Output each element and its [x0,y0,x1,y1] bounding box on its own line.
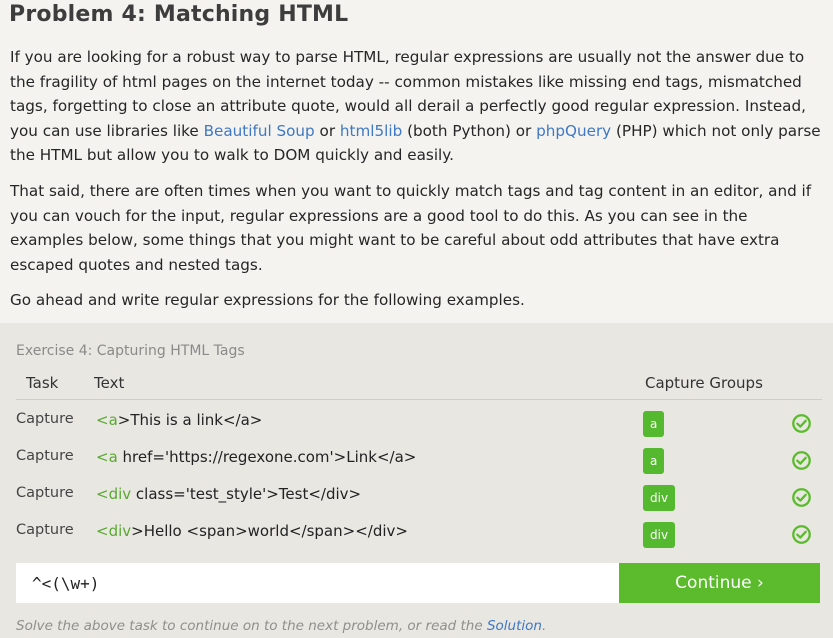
task-text: <a href='https://regexone.com'>Link</a> [96,448,416,466]
column-header-capture-groups: Capture Groups [645,374,763,392]
intro-paragraph-3: Go ahead and write regular expressions f… [10,291,525,309]
task-label: Capture [16,411,74,427]
task-text: <div>Hello <span>world</span></div> [96,522,408,540]
check-circle-icon [792,488,811,507]
regex-input[interactable] [16,563,619,603]
task-row: Capture <div class='test_style'>Test</di… [0,485,833,519]
text-rest: >Hello <span>world</span></div> [131,522,408,540]
intro-paragraph-1: If you are looking for a robust way to p… [10,45,825,168]
task-row: Capture <a>This is a link</a> a [0,411,833,445]
footer-note: Solve the above task to continue on to t… [16,618,546,634]
task-text: <div class='test_style'>Test</div> [96,485,361,503]
intro-text: or [314,121,340,140]
check-circle-icon [792,451,811,470]
column-header-task: Task [26,374,59,392]
capture-group-badge: div [643,522,676,548]
tag-highlight: <a [96,411,118,429]
task-label: Capture [16,485,74,501]
intro-paragraph-2: That said, there are often times when yo… [10,182,812,274]
check-circle-icon [792,525,811,544]
text-rest: class='test_style'>Test</div> [131,485,362,503]
check-circle-icon [792,414,811,433]
tag-highlight: <a [96,448,118,466]
footer-text: Solve the above task to continue on to t… [16,618,487,634]
tag-highlight: <div [96,485,132,503]
solution-link[interactable]: Solution [487,618,542,634]
column-header-text: Text [94,374,125,392]
exercise-panel: Exercise 4: Capturing HTML Tags Task Tex… [0,323,833,638]
beautiful-soup-link[interactable]: Beautiful Soup [204,122,315,140]
page-title: Problem 4: Matching HTML [9,2,349,27]
html5lib-link[interactable]: html5lib [340,122,402,140]
task-text: <a>This is a link</a> [96,411,262,429]
capture-group-badge: a [643,448,665,474]
tag-highlight: <div [96,522,132,540]
intro-text: (both Python) or [402,121,537,140]
task-label: Capture [16,448,74,464]
text-rest: href='https://regexone.com'>Link</a> [117,448,417,466]
task-row: Capture <div>Hello <span>world</span></d… [0,522,833,556]
footer-end: . [541,618,547,634]
task-label: Capture [16,522,74,538]
capture-group-badge: a [643,411,665,437]
text-rest: >This is a link</a> [117,411,263,429]
header-divider [16,399,822,400]
exercise-title: Exercise 4: Capturing HTML Tags [16,343,245,359]
task-row: Capture <a href='https://regexone.com'>L… [0,448,833,482]
phpquery-link[interactable]: phpQuery [536,122,611,140]
continue-button[interactable]: Continue › [619,563,820,603]
capture-group-badge: div [643,485,676,511]
